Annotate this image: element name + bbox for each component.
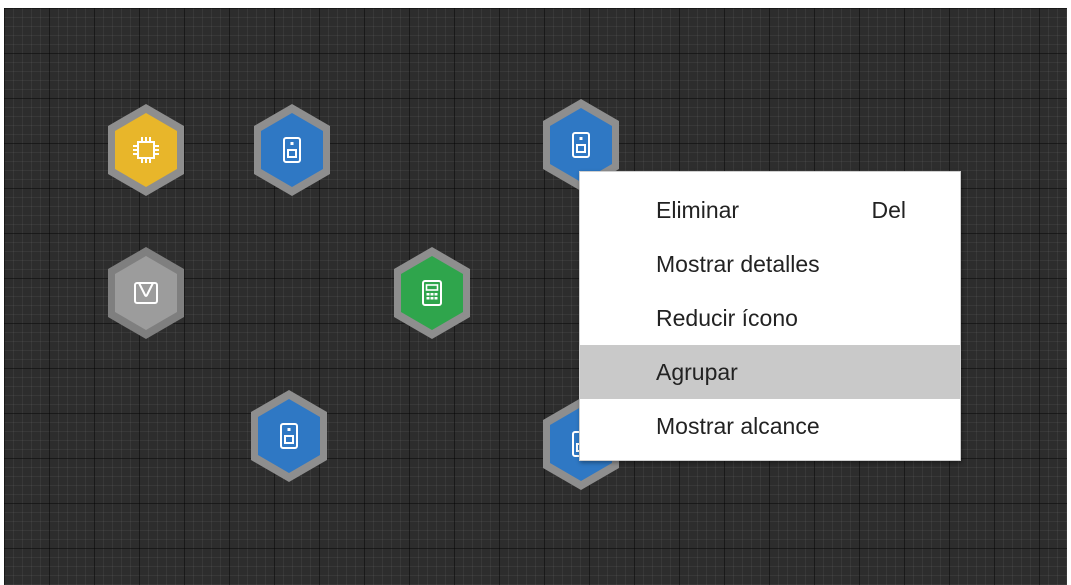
- speaker-node[interactable]: [247, 388, 331, 484]
- bag-icon: [131, 278, 161, 308]
- menu-item-label: Mostrar detalles: [656, 251, 820, 277]
- menu-item-label: Eliminar: [656, 197, 740, 223]
- speaker-icon: [274, 421, 304, 451]
- menu-item-shortcut: Del: [871, 197, 906, 223]
- menu-item-label: Mostrar alcance: [656, 413, 820, 439]
- bag-node[interactable]: [104, 245, 188, 341]
- calculator-node[interactable]: [390, 245, 474, 341]
- chip-icon: [131, 135, 161, 165]
- calculator-icon: [417, 278, 447, 308]
- menu-item-reduce-icon[interactable]: Reducir ícono: [580, 291, 960, 345]
- menu-item-group[interactable]: Agrupar: [580, 345, 960, 399]
- speaker-node[interactable]: [250, 102, 334, 198]
- context-menu: Eliminar Del Mostrar detalles Reducir íc…: [579, 171, 961, 461]
- speaker-icon: [277, 135, 307, 165]
- menu-item-show-details[interactable]: Mostrar detalles: [580, 237, 960, 291]
- speaker-icon: [566, 130, 596, 160]
- menu-item-show-range[interactable]: Mostrar alcance: [580, 399, 960, 453]
- menu-item-label: Reducir ícono: [656, 305, 798, 331]
- menu-item-delete[interactable]: Eliminar Del: [580, 183, 960, 237]
- chip-node[interactable]: [104, 102, 188, 198]
- menu-item-label: Agrupar: [656, 359, 738, 385]
